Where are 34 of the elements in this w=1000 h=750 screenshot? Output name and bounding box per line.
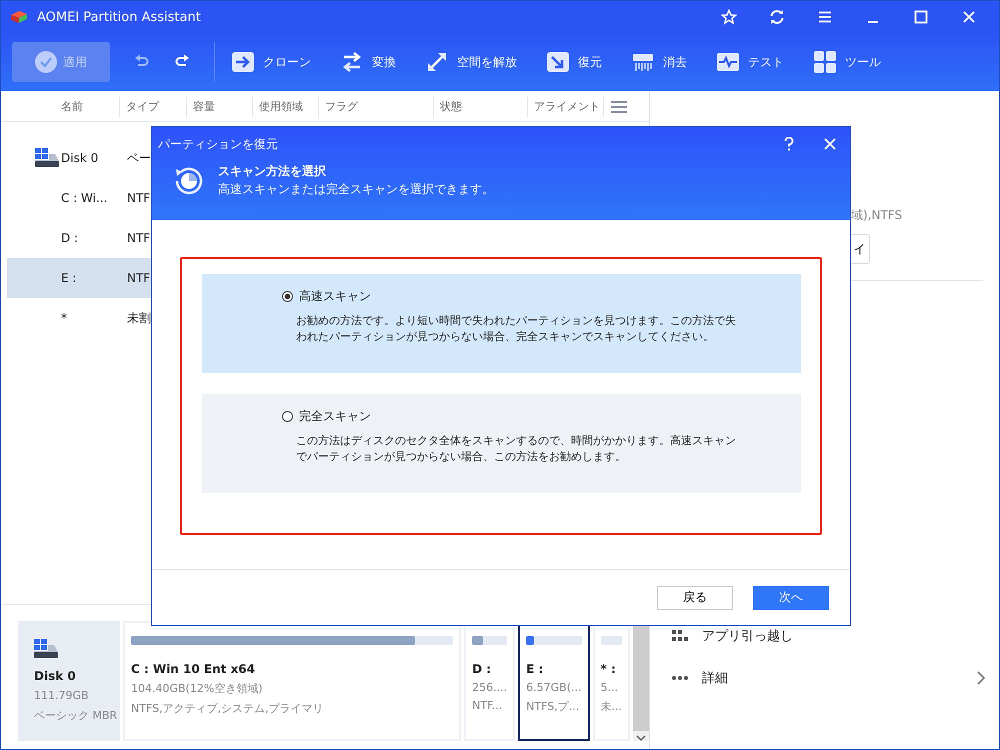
window-title: AOMEI Partition Assistant bbox=[37, 10, 201, 24]
dialog-title: パーティションを復元 bbox=[158, 136, 278, 152]
partition-label: C : Win 10 Ent x64 bbox=[131, 662, 256, 676]
disk-type: ベーシック MBR bbox=[34, 708, 118, 723]
partition-size: 6.57GB(... bbox=[526, 681, 582, 694]
partition-info-text: 域),NTFS bbox=[851, 207, 904, 224]
option-description: お勧めの方法です。より短い時間で失われたパーティションを見つけます。この方法で失われたパーティションが見つからない場合、完全スキャンでスキャンしてください。 bbox=[296, 313, 737, 345]
partition-label: E : bbox=[526, 662, 544, 676]
partition-info: NTFS,プ... bbox=[526, 699, 580, 714]
option-description: この方法はディスクのセクタ全体をスキャンするので、時間がかかります。高速スキャンでパーティションが見つからない場合、この方法をお勧めします。 bbox=[296, 433, 737, 465]
disk-size: 111.79GB bbox=[34, 689, 90, 702]
table-cell-text: NTF bbox=[127, 271, 152, 285]
option-title: 高速スキャン bbox=[299, 288, 371, 305]
partition-label: * : bbox=[600, 662, 617, 676]
partition-info: NTF... bbox=[472, 699, 504, 712]
table-cell-text: D : bbox=[61, 231, 80, 245]
partition-size: 256.... bbox=[472, 681, 508, 694]
table-cell-text: 未割 bbox=[127, 310, 152, 326]
partition-size: 104.40GB(12%空き領域) bbox=[131, 681, 264, 696]
table-cell-text: C : Wi... bbox=[61, 191, 108, 205]
table-cell-text: E : bbox=[61, 271, 78, 285]
partition-label: D : bbox=[472, 662, 492, 676]
partition-info: NTFS,アクティブ,システム,プライマリ bbox=[131, 701, 325, 716]
disk-name: Disk 0 bbox=[34, 669, 77, 683]
table-cell-text: Disk 0 bbox=[61, 151, 100, 165]
option-title: 完全スキャン bbox=[299, 408, 371, 425]
dialog-subheading: 高速スキャンまたは完全スキャンを選択できます。 bbox=[218, 181, 494, 198]
table-cell-text: NTF bbox=[127, 191, 152, 205]
table-cell-text: NTF bbox=[127, 231, 152, 245]
table-cell-text: ベー bbox=[127, 150, 152, 166]
table-cell-text: * bbox=[61, 311, 68, 325]
partition-size: 5... bbox=[600, 681, 619, 694]
dialog-heading: スキャン方法を選択 bbox=[218, 163, 327, 180]
partition-info: 未... bbox=[600, 699, 622, 714]
